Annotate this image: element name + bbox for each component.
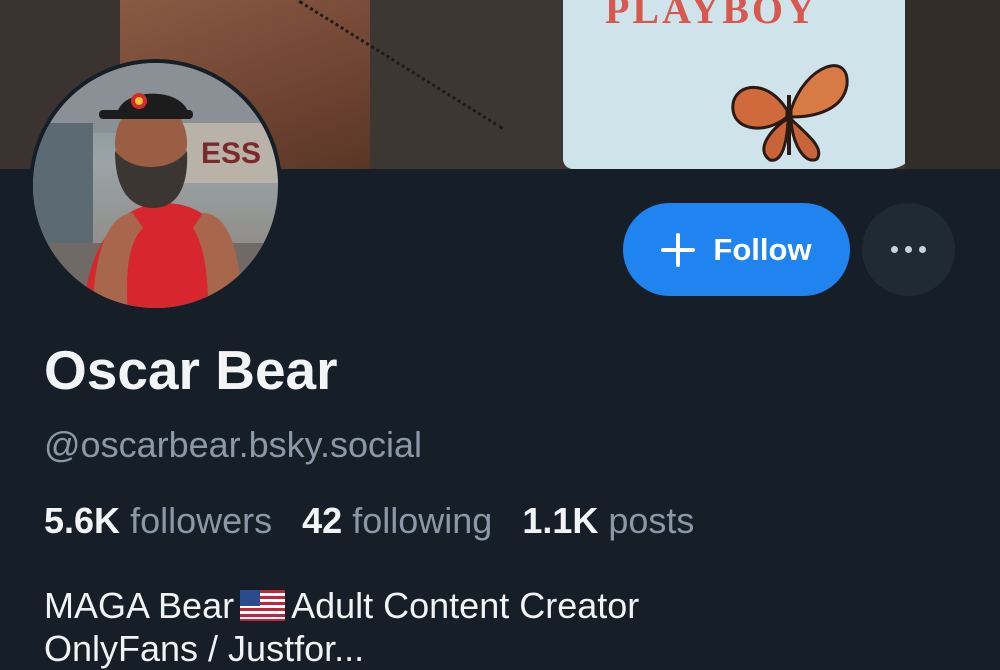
profile-bio-line-2: OnlyFans / Justfor... [44,628,365,669]
posts-count: 1.1K [522,500,599,541]
banner-shirt-text: PLAYBOY [605,0,818,32]
ellipsis-icon [891,246,926,253]
follow-button[interactable]: Follow [623,203,850,296]
followers-count: 5.6K [44,500,121,541]
display-name: Oscar Bear [44,339,338,401]
followers-stat[interactable]: 5.6K followers [44,500,272,541]
bio-text-before-flag: MAGA Bear [44,585,235,626]
banner-jacket-right [905,0,1000,169]
svg-text:ESS: ESS [201,137,261,170]
posts-label: posts [608,500,695,541]
more-options-button[interactable] [862,203,955,296]
profile-handle: @oscarbear.bsky.social [44,424,423,465]
avatar-photo: ESS [33,63,278,308]
posts-stat: 1.1K posts [522,500,694,541]
following-stat[interactable]: 42 following [302,500,492,541]
profile-bio-line-1: MAGA Bear Adult Content Creator [44,585,639,627]
us-flag-icon [240,590,286,621]
profile-stats: 5.6K followers 42 following 1.1K posts [44,500,714,542]
follow-button-label: Follow [713,231,812,267]
following-count: 42 [302,500,343,541]
plus-icon [661,232,696,267]
avatar[interactable]: ESS [29,59,282,312]
followers-label: followers [130,500,273,541]
butterfly-icon [731,64,849,162]
bio-text-after-flag: Adult Content Creator [291,585,640,626]
following-label: following [352,500,493,541]
